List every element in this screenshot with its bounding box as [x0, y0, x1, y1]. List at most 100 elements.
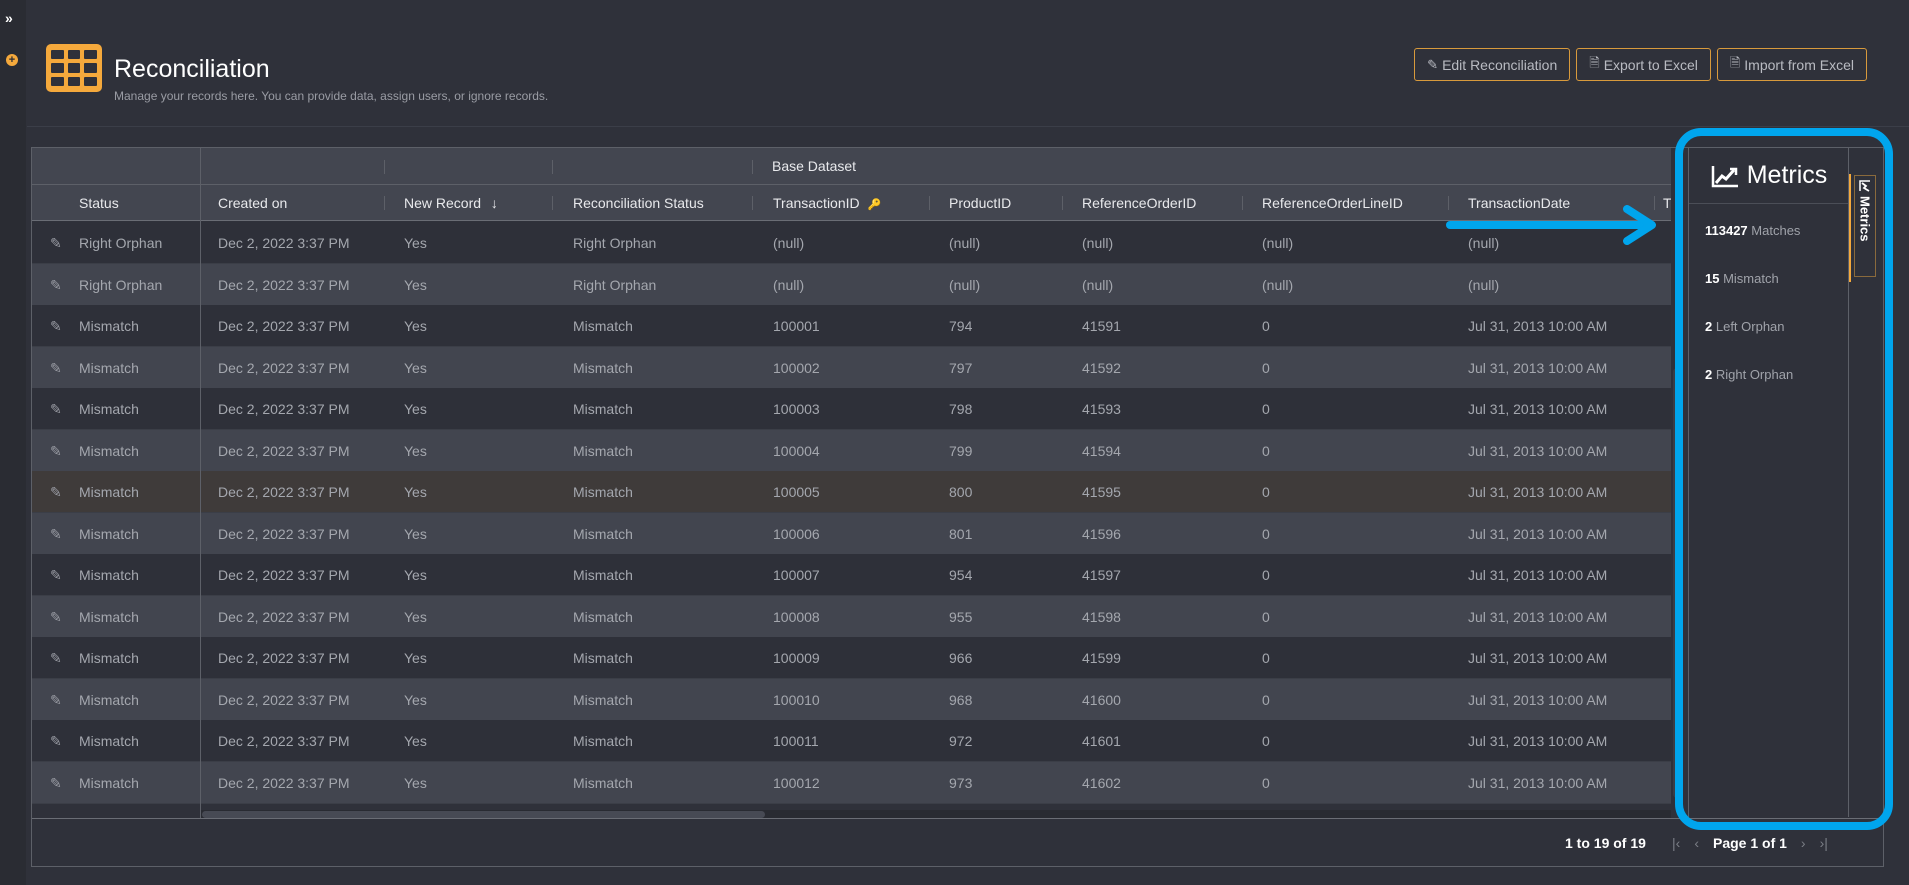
column-separator[interactable] — [752, 196, 753, 210]
edit-pencil-icon[interactable]: ✎ — [50, 347, 62, 389]
cell-created-on[interactable]: Dec 2, 2022 3:37 PM — [218, 388, 350, 430]
cell-reference-order-line-id[interactable]: 0 — [1262, 762, 1270, 804]
header-partial-column[interactable]: Tra — [1663, 185, 1671, 221]
cell-new-record[interactable]: Yes — [404, 264, 427, 306]
table-row[interactable]: ✎ Mismatch Dec 2, 2022 3:37 PM Yes Mismatch 1… — [32, 471, 1671, 513]
column-separator[interactable] — [1654, 196, 1655, 210]
cell-reference-order-line-id[interactable]: (null) — [1262, 222, 1293, 264]
vertical-scrollbar-thumb[interactable] — [1673, 368, 1681, 798]
cell-created-on[interactable]: Dec 2, 2022 3:37 PM — [218, 222, 350, 264]
header-new-record[interactable]: New Record ↓ — [404, 185, 498, 221]
previous-page-button[interactable]: ‹ — [1694, 835, 1699, 851]
cell-reconciliation-status[interactable]: Mismatch — [573, 762, 633, 804]
cell-reference-order-line-id[interactable]: 0 — [1262, 554, 1270, 596]
cell-transaction-date[interactable]: Jul 31, 2013 10:00 AM — [1468, 720, 1607, 762]
cell-transaction-date[interactable]: Jul 31, 2013 10:00 AM — [1468, 347, 1607, 389]
cell-transaction-id[interactable]: 100002 — [773, 347, 820, 389]
cell-new-record[interactable]: Yes — [404, 430, 427, 472]
cell-product-id[interactable]: 801 — [949, 513, 972, 555]
cell-reconciliation-status[interactable]: Mismatch — [573, 471, 633, 513]
header-transaction-id[interactable]: TransactionID 🔑 — [773, 185, 881, 221]
cell-status[interactable]: Mismatch — [79, 305, 139, 347]
cell-product-id[interactable]: 798 — [949, 388, 972, 430]
table-row[interactable]: ✎ Mismatch Dec 2, 2022 3:37 PM Yes Mismatch 1… — [32, 429, 1671, 472]
cell-transaction-id[interactable]: 100003 — [773, 388, 820, 430]
edit-reconciliation-button[interactable]: ✎ Edit Reconciliation — [1414, 48, 1571, 81]
cell-status[interactable]: Mismatch — [79, 471, 139, 513]
cell-reference-order-id[interactable]: 41592 — [1082, 347, 1121, 389]
cell-transaction-id[interactable]: (null) — [773, 222, 804, 264]
cell-transaction-id[interactable]: 100006 — [773, 513, 820, 555]
cell-product-id[interactable]: 800 — [949, 471, 972, 513]
cell-transaction-date[interactable]: Jul 31, 2013 10:00 AM — [1468, 679, 1607, 721]
cell-transaction-date[interactable]: Jul 31, 2013 10:00 AM — [1468, 762, 1607, 804]
cell-new-record[interactable]: Yes — [404, 554, 427, 596]
first-page-button[interactable]: |‹ — [1672, 835, 1680, 851]
cell-transaction-date[interactable]: Jul 31, 2013 10:00 AM — [1468, 471, 1607, 513]
cell-new-record[interactable]: Yes — [404, 347, 427, 389]
cell-transaction-date[interactable]: Jul 31, 2013 10:00 AM — [1468, 554, 1607, 596]
cell-status[interactable]: Mismatch — [79, 596, 139, 638]
cell-created-on[interactable]: Dec 2, 2022 3:37 PM — [218, 264, 350, 306]
table-row[interactable]: ✎ Mismatch Dec 2, 2022 3:37 PM Yes Mismatch 1… — [32, 637, 1671, 679]
next-page-button[interactable]: › — [1801, 835, 1806, 851]
cell-product-id[interactable]: 972 — [949, 720, 972, 762]
cell-reconciliation-status[interactable]: Mismatch — [573, 513, 633, 555]
cell-reference-order-id[interactable]: 41596 — [1082, 513, 1121, 555]
cell-reference-order-id[interactable]: 41601 — [1082, 720, 1121, 762]
cell-created-on[interactable]: Dec 2, 2022 3:37 PM — [218, 720, 350, 762]
cell-transaction-id[interactable]: 100004 — [773, 430, 820, 472]
cell-transaction-date[interactable]: Jul 31, 2013 10:00 AM — [1468, 388, 1607, 430]
cell-reference-order-line-id[interactable]: 0 — [1262, 471, 1270, 513]
cell-product-id[interactable]: 955 — [949, 596, 972, 638]
cell-transaction-id[interactable]: 100009 — [773, 637, 820, 679]
cell-transaction-date[interactable]: Jul 31, 2013 10:00 AM — [1468, 596, 1607, 638]
edit-pencil-icon[interactable]: ✎ — [50, 762, 62, 804]
cell-status[interactable]: Mismatch — [79, 430, 139, 472]
import-from-excel-button[interactable]: 🗎 Import from Excel — [1716, 48, 1867, 81]
cell-product-id[interactable]: 973 — [949, 762, 972, 804]
cell-reference-order-id[interactable]: 41591 — [1082, 305, 1121, 347]
cell-reference-order-id[interactable]: 41594 — [1082, 430, 1121, 472]
cell-reconciliation-status[interactable]: Mismatch — [573, 430, 633, 472]
table-row[interactable]: ✎ Mismatch Dec 2, 2022 3:37 PM Yes Mismatch 1… — [32, 678, 1671, 721]
cell-status[interactable]: Right Orphan — [79, 264, 162, 306]
cell-status[interactable]: Right Orphan — [79, 222, 162, 264]
cell-new-record[interactable]: Yes — [404, 679, 427, 721]
cell-transaction-id[interactable]: 100005 — [773, 471, 820, 513]
cell-reconciliation-status[interactable]: Mismatch — [573, 720, 633, 762]
table-row[interactable]: ✎ Mismatch Dec 2, 2022 3:37 PM Yes Mismatch 1… — [32, 554, 1671, 596]
cell-status[interactable]: Mismatch — [79, 388, 139, 430]
cell-reference-order-id[interactable]: 41602 — [1082, 762, 1121, 804]
cell-product-id[interactable]: 968 — [949, 679, 972, 721]
cell-reconciliation-status[interactable]: Right Orphan — [573, 222, 656, 264]
cell-transaction-id[interactable]: 100010 — [773, 679, 820, 721]
header-created-on[interactable]: Created on — [218, 185, 287, 221]
cell-transaction-id[interactable]: 100008 — [773, 596, 820, 638]
cell-transaction-date[interactable]: Jul 31, 2013 10:00 AM — [1468, 430, 1607, 472]
table-row[interactable]: ✎ Mismatch Dec 2, 2022 3:37 PM Yes Mismatch 1… — [32, 346, 1671, 389]
header-product-id[interactable]: ProductID — [949, 185, 1011, 221]
cell-reference-order-line-id[interactable]: 0 — [1262, 596, 1270, 638]
cell-product-id[interactable]: (null) — [949, 222, 980, 264]
cell-reconciliation-status[interactable]: Mismatch — [573, 305, 633, 347]
edit-pencil-icon[interactable]: ✎ — [50, 720, 62, 762]
cell-reconciliation-status[interactable]: Mismatch — [573, 596, 633, 638]
cell-status[interactable]: Mismatch — [79, 347, 139, 389]
cell-new-record[interactable]: Yes — [404, 388, 427, 430]
edit-pencil-icon[interactable]: ✎ — [50, 388, 62, 430]
column-separator[interactable] — [1448, 196, 1449, 210]
cell-product-id[interactable]: 797 — [949, 347, 972, 389]
cell-reference-order-line-id[interactable]: 0 — [1262, 513, 1270, 555]
column-separator[interactable] — [1062, 196, 1063, 210]
cell-transaction-id[interactable]: 100012 — [773, 762, 820, 804]
edit-pencil-icon[interactable]: ✎ — [50, 513, 62, 555]
cell-reference-order-id[interactable]: 41593 — [1082, 388, 1121, 430]
edit-pencil-icon[interactable]: ✎ — [50, 430, 62, 472]
header-transaction-date[interactable]: TransactionDate — [1468, 185, 1570, 221]
metrics-tab[interactable]: Metrics — [1854, 175, 1876, 277]
header-status[interactable]: Status — [79, 185, 119, 221]
double-chevron-right-icon[interactable]: » — [5, 10, 13, 26]
cell-status[interactable]: Mismatch — [79, 637, 139, 679]
header-reference-order-id[interactable]: ReferenceOrderID — [1082, 185, 1196, 221]
